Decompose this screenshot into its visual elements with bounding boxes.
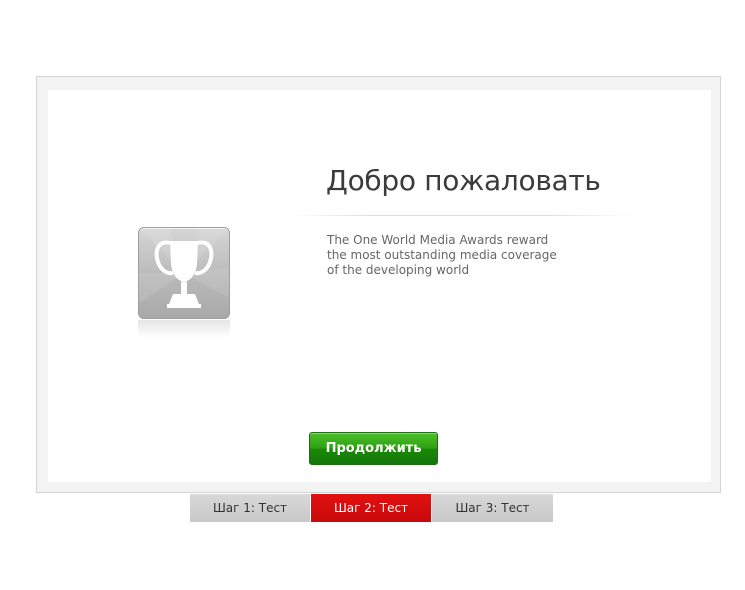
- step-1-tab[interactable]: Шаг 1: Тест: [190, 494, 311, 522]
- trophy-icon: [138, 227, 230, 319]
- trophy-reflection: [138, 320, 230, 338]
- continue-button[interactable]: Продолжить: [309, 432, 438, 465]
- step-2-tab[interactable]: Шаг 2: Тест: [311, 494, 432, 522]
- welcome-dialog: Добро пожаловать The One World Media Awa…: [36, 76, 721, 493]
- step-indicator: Шаг 1: Тест Шаг 2: Тест Шаг 3: Тест: [190, 494, 555, 522]
- step-3-tab[interactable]: Шаг 3: Тест: [432, 494, 553, 522]
- welcome-panel: Добро пожаловать The One World Media Awa…: [48, 90, 711, 482]
- welcome-description: The One World Media Awards reward the mo…: [327, 233, 557, 277]
- title-divider: [288, 215, 633, 216]
- welcome-title: Добро пожаловать: [326, 164, 601, 197]
